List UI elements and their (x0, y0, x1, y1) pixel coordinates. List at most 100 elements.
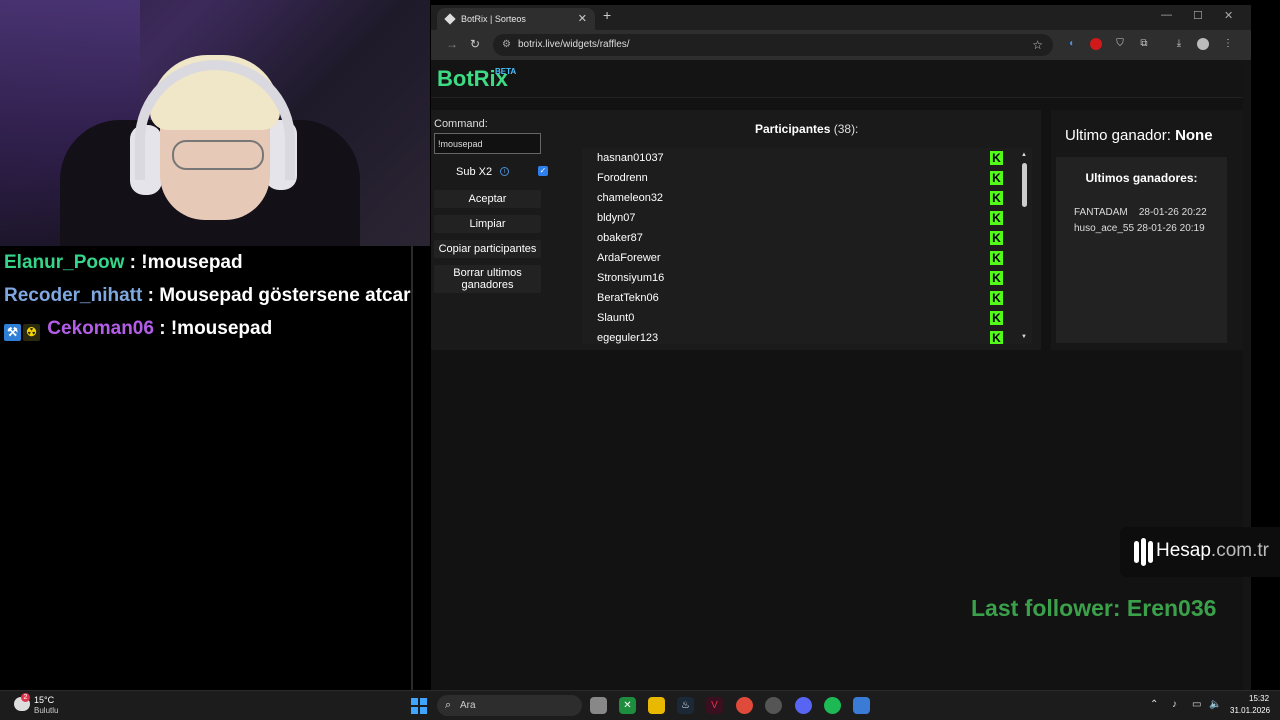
close-window-icon[interactable]: ✕ (1224, 9, 1233, 22)
list-item: ArdaForewer K (582, 248, 1032, 268)
tab-strip: BotRix | Sorteos ✕ + — ☐ ✕ (431, 5, 1251, 30)
info-icon[interactable]: i (500, 167, 509, 176)
last-follower-label: Last follower: Eren036 (971, 595, 1217, 621)
weather-condition[interactable]: Bulutlu (34, 706, 58, 715)
scrollbar-thumb[interactable] (1022, 163, 1027, 207)
scrollbar[interactable]: ▲ ▼ (1021, 152, 1029, 340)
weather-temperature[interactable]: 15°C (34, 695, 54, 705)
clock-time[interactable]: 15:32 (1249, 694, 1269, 703)
list-item: chameleon32 K (582, 188, 1032, 208)
kick-icon: K (990, 151, 1003, 165)
recent-winner-row: huso_ace_55 28-01-26 20:19 (1074, 223, 1205, 234)
site-info-icon[interactable]: ⚙ (502, 34, 511, 56)
chat-message: ⚒ ☢ Cekoman06 : !mousepad (4, 316, 409, 349)
xbox-app-icon[interactable]: ✕ (619, 697, 636, 714)
list-item: obaker87 K (582, 228, 1032, 248)
browser-tab[interactable]: BotRix | Sorteos ✕ (437, 8, 595, 30)
list-item: Stronsiyum16 K (582, 268, 1032, 288)
list-item: Forodrenn K (582, 168, 1032, 188)
extensions-puzzle-icon[interactable]: ⧉ (1138, 38, 1150, 50)
search-placeholder: Ara (460, 700, 476, 711)
header: BotRix BETA (431, 60, 1243, 98)
sub-x2-checkbox[interactable]: ✓ (538, 166, 548, 176)
webcam-feed (0, 0, 430, 246)
chat-separator: : (153, 318, 171, 339)
sponsor-tld: .com.tr (1210, 540, 1269, 561)
last-winner: Ultimo ganador: None (1065, 127, 1213, 144)
layout-divider (411, 246, 413, 690)
participant-name: ArdaForewer (597, 252, 661, 264)
chrome-icon[interactable] (736, 697, 753, 714)
participant-name: obaker87 (597, 232, 643, 244)
extension-shield-icon[interactable]: ⛉ (1114, 38, 1126, 50)
taskbar-search[interactable]: ⌕ Ara (437, 695, 582, 716)
menu-dots-icon[interactable]: ⋮ (1222, 38, 1234, 50)
valorant-icon[interactable]: V (706, 697, 723, 714)
obs-icon[interactable] (765, 697, 782, 714)
address-bar[interactable]: ⚙ botrix.live/widgets/raffles/ ☆ (493, 34, 1053, 56)
participant-name: BeratTekn06 (597, 292, 659, 304)
app-icon[interactable] (853, 697, 870, 714)
kick-icon: K (990, 331, 1003, 344)
taskbar: 2 15°C Bulutlu ⌕ Ara ✕ ♨ V ⌃ ♪ ▭ 🔈 15:32… (0, 690, 1280, 720)
chat-separator: : (124, 252, 142, 273)
new-tab-button[interactable]: + (603, 7, 611, 23)
participants-title: Participantes (755, 122, 831, 136)
display-icon[interactable]: ▭ (1192, 699, 1201, 710)
maximize-icon[interactable]: ☐ (1193, 9, 1203, 22)
copy-participants-button[interactable]: Copiar participantes (434, 240, 541, 258)
winner-date: 28-01-26 20:19 (1136, 223, 1205, 234)
bookmark-star-icon[interactable]: ☆ (1032, 34, 1043, 56)
recent-winners-title: Ultimos ganadores: (1085, 171, 1198, 185)
windows-start-button[interactable] (411, 698, 427, 714)
chat-separator: : (142, 285, 160, 306)
participants-list[interactable]: hasnan01037 K Forodrenn K chameleon32 K bld… (582, 148, 1032, 344)
extension-red-icon[interactable] (1090, 38, 1102, 50)
chat-username: Cekoman06 (47, 318, 154, 339)
profile-avatar[interactable] (1197, 38, 1209, 50)
kick-icon: K (990, 251, 1003, 265)
tray-chevron-icon[interactable]: ⌃ (1150, 699, 1158, 710)
clear-button[interactable]: Limpiar (434, 215, 541, 233)
kick-icon: K (990, 311, 1003, 325)
list-item: Slaunt0 K (582, 308, 1032, 328)
winner-name: huso_ace_55 (1074, 223, 1135, 234)
botrix-favicon-icon (444, 13, 456, 25)
participant-name: Slaunt0 (597, 312, 635, 324)
close-tab-icon[interactable]: ✕ (578, 8, 587, 30)
spotify-icon[interactable] (824, 697, 841, 714)
hesap-logo-icon (1132, 538, 1154, 566)
recent-winner-row: FANTADAM 28-01-26 20:22 (1074, 207, 1207, 218)
task-view-icon[interactable] (590, 697, 607, 714)
kick-icon: K (990, 171, 1003, 185)
download-icon[interactable]: ⤓ (1173, 38, 1185, 50)
scroll-up-icon[interactable]: ▲ (1021, 152, 1027, 158)
volume-icon[interactable]: 🔈 (1209, 699, 1221, 710)
microphone-icon[interactable]: ♪ (1172, 699, 1177, 710)
command-input[interactable] (434, 133, 541, 154)
forward-icon[interactable]: → (446, 37, 458, 51)
toolbar: → ↻ ⚙ botrix.live/widgets/raffles/ ☆ ◖ ⛉… (431, 30, 1251, 60)
participant-name: chameleon32 (597, 192, 664, 204)
winner-date: 28-01-26 20:22 (1138, 207, 1207, 218)
browser-window: BotRix | Sorteos ✕ + — ☐ ✕ → ↻ ⚙ botrix.… (431, 5, 1251, 690)
chat-username: Elanur_Poow (4, 252, 125, 273)
chat-message: Elanur_Poow : !mousepad (4, 250, 409, 283)
stream-canvas: Elanur_Poow : !mousepad Recoder_nihatt :… (0, 0, 1280, 720)
reload-icon[interactable]: ↻ (470, 37, 480, 51)
file-explorer-icon[interactable] (648, 697, 665, 714)
steam-icon[interactable]: ♨ (677, 697, 694, 714)
extension-audio-icon[interactable]: ◖ (1065, 38, 1077, 50)
clear-winners-button[interactable]: Borrar ultimos ganadores (434, 265, 541, 293)
scroll-down-icon[interactable]: ▼ (1021, 334, 1027, 340)
minimize-icon[interactable]: — (1161, 9, 1172, 21)
participants-heading: Participantes (38): (755, 122, 858, 136)
discord-icon[interactable] (795, 697, 812, 714)
chat-username: Recoder_nihatt (4, 285, 143, 306)
accept-button[interactable]: Aceptar (434, 190, 541, 208)
clock-date[interactable]: 31.01.2026 (1230, 706, 1270, 715)
participant-name: Forodrenn (597, 172, 648, 184)
sub-x2-label: Sub X2 (456, 166, 493, 178)
search-icon: ⌕ (445, 699, 452, 711)
list-item: BeratTekn06 K (582, 288, 1032, 308)
